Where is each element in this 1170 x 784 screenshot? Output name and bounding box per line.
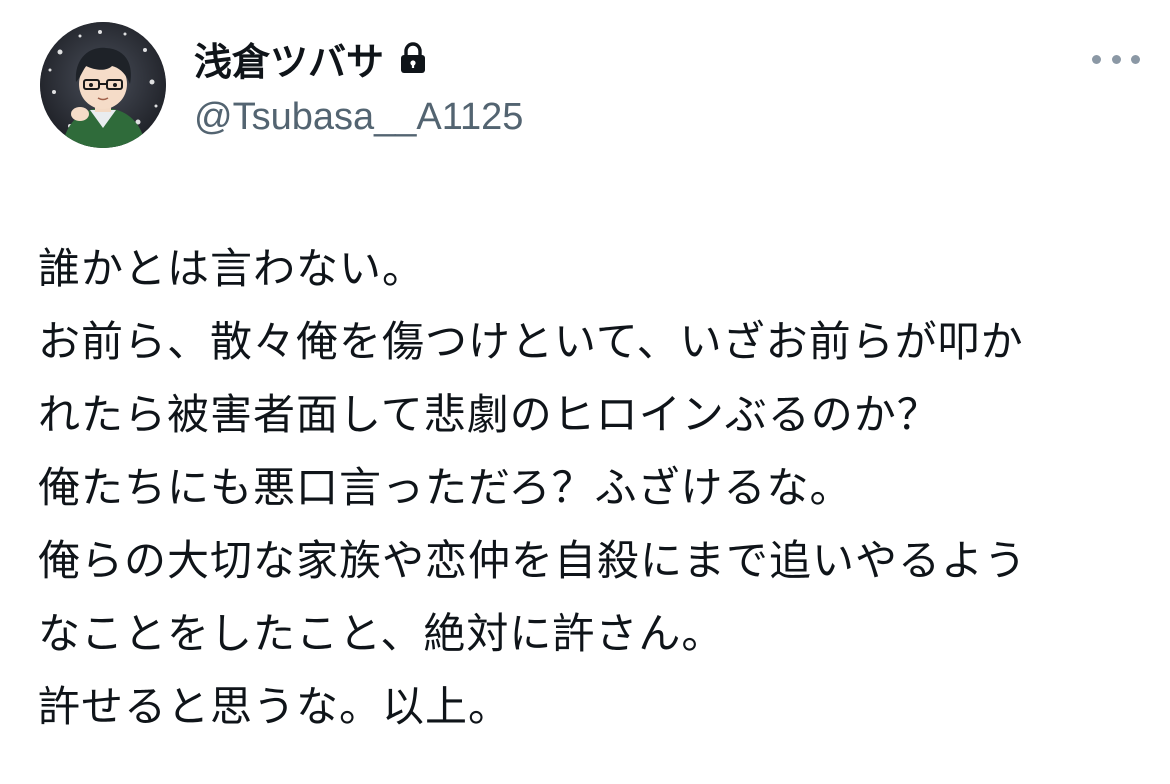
- more-horizontal-icon: [1131, 54, 1140, 64]
- lock-icon: [398, 41, 428, 75]
- tweet-text: 誰かとは言わない。 お前ら、散々俺を傷つけといて、いざお前らが叩か れたら被害者…: [38, 232, 1148, 743]
- tweet-text-line: 誰かとは言わない。: [38, 244, 426, 293]
- tweet-text-line: なことをしたこと、絶対に許さん。: [38, 609, 725, 658]
- avatar-image: [40, 22, 166, 148]
- tweet-text-line: 許せると思うな。以上。: [38, 682, 512, 731]
- display-name-row: 浅倉ツバサ: [194, 30, 523, 86]
- author-handle[interactable]: @Tsubasa__A1125: [194, 96, 523, 139]
- more-horizontal-icon: [1092, 54, 1101, 64]
- tweet-card: 浅倉ツバサ @Tsubasa__A1125 誰かとは言わない。 お前ら、散々俺を…: [0, 0, 1170, 784]
- tweet-text-line: 俺らの大切な家族や恋仲を自殺にまで追いやるよう: [38, 536, 1028, 585]
- more-options-button[interactable]: [1092, 44, 1140, 74]
- tweet-header: 浅倉ツバサ @Tsubasa__A1125: [40, 22, 1140, 152]
- tweet-text-line: 俺たちにも悪口言っただろ？ふざけるな。: [38, 463, 853, 512]
- avatar[interactable]: [40, 22, 166, 148]
- tweet-text-line: れたら被害者面して悲劇のヒロインぶるのか？: [38, 390, 940, 439]
- more-horizontal-icon: [1111, 54, 1121, 64]
- tweet-text-line: お前ら、散々俺を傷つけといて、いざお前らが叩か: [38, 317, 1024, 366]
- display-name[interactable]: 浅倉ツバサ: [194, 31, 384, 86]
- author-info: 浅倉ツバサ @Tsubasa__A1125: [194, 30, 523, 139]
